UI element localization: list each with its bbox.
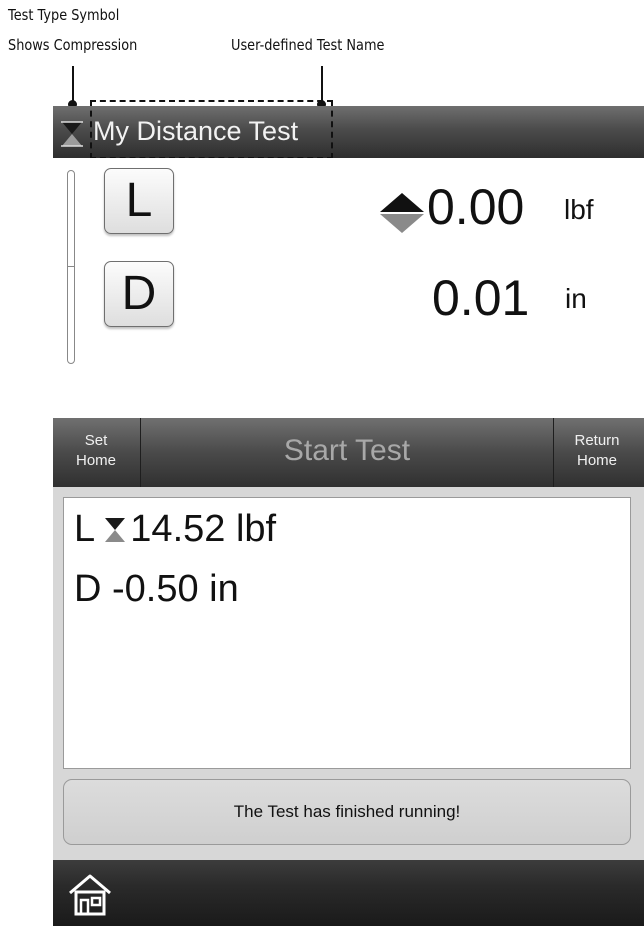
test-name-highlight-box <box>90 100 333 159</box>
return-home-label-line2: Home <box>576 452 617 469</box>
return-home-button[interactable]: Return Home <box>556 431 638 471</box>
divider <box>553 418 554 487</box>
results-area: L 14.52 lbf D -0.50 in The Test has fini… <box>53 487 644 860</box>
load-unit: lbf <box>564 194 594 225</box>
callout-test-name: User-defined Test Name <box>231 36 385 54</box>
direction-up-arrow-icon <box>380 193 424 212</box>
home-icon[interactable] <box>67 873 113 917</box>
scrollbar[interactable] <box>67 170 75 364</box>
callout-leader-symbol <box>72 66 74 102</box>
result-load-value: 14.52 lbf <box>130 508 277 550</box>
callout-leader-name <box>321 66 323 102</box>
result-distance-line: D -0.50 in <box>74 568 239 610</box>
set-home-button[interactable]: Set Home <box>63 431 129 471</box>
readings-panel: L 0.00 lbf D 0.01 in <box>53 158 644 418</box>
set-home-label-line1: Set <box>84 432 108 449</box>
result-load-line: L 14.52 lbf <box>74 508 276 551</box>
load-key-button[interactable]: L <box>104 168 174 234</box>
direction-down-arrow-icon <box>380 214 424 233</box>
callout-symbol-line1: Test Type Symbol <box>8 6 120 24</box>
action-bar: Set Home Start Test Return Home <box>53 418 644 487</box>
compression-hourglass-icon <box>61 121 83 147</box>
results-panel: L 14.52 lbf D -0.50 in <box>63 497 631 769</box>
device-screen: My Distance Test L 0.00 lbf D 0.01 in Se… <box>53 100 644 926</box>
distance-key-button[interactable]: D <box>104 261 174 327</box>
load-value: 0.00 <box>427 179 525 235</box>
distance-unit: in <box>565 283 587 314</box>
bottom-bar <box>53 860 644 926</box>
distance-value: 0.01 <box>432 270 530 326</box>
set-home-label-line2: Home <box>75 452 116 469</box>
compression-hourglass-icon <box>105 518 126 542</box>
return-home-label-line1: Return <box>574 432 620 449</box>
result-load-prefix: L <box>74 508 94 550</box>
callout-symbol-line2: Shows Compression <box>8 36 138 54</box>
scrollbar-thumb-mark <box>67 266 75 267</box>
start-test-button[interactable]: Start Test <box>141 434 553 468</box>
status-message: The Test has finished running! <box>63 779 631 845</box>
